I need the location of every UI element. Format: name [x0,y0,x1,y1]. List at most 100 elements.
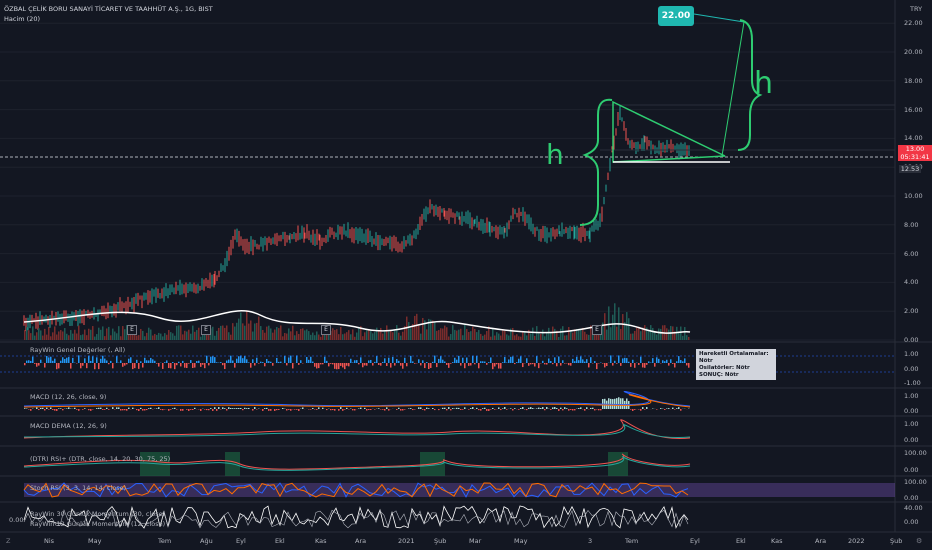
macd-bar [78,409,80,411]
raywin-bar [468,363,470,366]
macd-bar [290,409,292,411]
volume-bar [422,317,424,340]
raywin-bar [564,363,566,364]
raywin-bar [622,358,624,363]
volume-bar [240,312,242,340]
volume-bar [470,331,472,340]
raywin-bar [664,361,666,363]
volume-bar [232,323,234,340]
macd-bar [214,407,216,409]
time-axis-tick: May [88,537,102,545]
volume-bar [622,314,624,340]
macd-bar [552,407,554,409]
drawing-letter-left[interactable]: h [546,138,564,171]
chart-canvas[interactable] [0,0,932,550]
volume-bar [254,323,256,340]
raywin-bar [492,363,494,370]
raywin-bar [586,359,588,363]
raywin-bar [68,357,70,363]
raywin-bar [272,363,274,366]
macd-bar [566,408,568,409]
volume-bar [352,329,354,340]
volume-bar [234,326,236,340]
macd-bar [200,409,202,411]
raywin-bar [426,362,428,363]
raywin-bar [378,363,380,366]
raywin-bar [686,363,688,366]
earnings-marker[interactable]: E [592,325,602,335]
macd-bar [630,409,632,410]
macd-bar [550,409,552,410]
macd-bar [120,409,122,411]
macd-bar [540,408,542,409]
raywin-bar [54,358,56,363]
raywin-bar [472,355,474,363]
raywin-bar [322,363,324,365]
volume-bar [244,325,246,340]
pane-axis-tick: -1.00 [904,379,921,387]
pane-label-macd[interactable]: MACD (12, 26, close, 9) [30,393,106,401]
target-label[interactable]: 22.00 [658,6,694,26]
pane-label-momentum12[interactable]: RayWin 12 Günlük Momentum (12, close) [30,520,165,528]
volume-bar [666,328,668,340]
raywin-bar [62,357,64,363]
macd-bar [674,409,676,410]
earnings-marker[interactable]: E [127,325,137,335]
raywin-bar [72,357,74,363]
raywin-bar [184,363,186,368]
pane-label-stoch[interactable]: Stoch RSI (3, 3, 14, 14, close) [30,484,126,492]
macd-bar [402,409,404,411]
volume-bar [276,327,278,340]
earnings-marker[interactable]: E [201,325,211,335]
macd-bar [302,407,304,409]
macd-bar [42,407,44,409]
gear-icon[interactable]: ⚙ [916,537,922,545]
raywin-bar [90,360,92,363]
macd-bar [252,409,254,411]
pane-label-raywin[interactable]: RayWin Genel Değerler (, All) [30,346,125,354]
raywin-bar [58,363,60,369]
macd-bar [88,409,90,411]
macd-bar [242,409,244,411]
raywin-bar [444,361,446,363]
volume-bar [252,331,254,340]
macd-bar [400,409,402,411]
volume-bar [628,318,630,340]
raywin-bar [86,363,88,369]
macd-bar [366,409,368,411]
raywin-bar [414,363,416,364]
volume-bar [78,325,80,340]
volume-bar [268,325,270,340]
raywin-bar [98,363,100,370]
drawing-letter-right[interactable]: h [754,66,773,101]
raywin-bar [110,360,112,363]
earnings-marker[interactable]: E [321,325,331,335]
pane-label-rsi[interactable]: (DTR) RSI+ (DTR, close, 14, 20, 30, 75, … [30,455,170,463]
macd-bar [378,408,380,409]
raywin-bar [26,360,28,363]
pane-label-macd-dema[interactable]: MACD DEMA (12, 26, 9) [30,422,107,430]
pane-label-momentum30[interactable]: RayWin 30 Günlük Momentum (30, close) [30,510,165,518]
raywin-bar [60,360,62,363]
raywin-bar [560,363,562,366]
macd-bar [522,407,524,409]
raywin-bar [278,361,280,363]
raywin-bar [500,363,502,369]
raywin-bar [376,356,378,363]
raywin-bar [108,363,110,365]
raywin-bar [412,361,414,363]
macd-bar [532,408,534,409]
volume-bar [484,334,486,340]
macd-bar [422,409,424,410]
volume-bar [48,326,50,340]
z-icon[interactable]: Z [6,537,10,545]
macd-bar [546,407,548,409]
raywin-bar [148,360,150,363]
raywin-bar [24,363,26,366]
volume-bar [266,326,268,340]
volume-bar [586,334,588,340]
raywin-bar [474,363,476,365]
raywin-bar [48,357,50,363]
macd-bar [38,409,40,411]
macd-bar [330,409,332,411]
